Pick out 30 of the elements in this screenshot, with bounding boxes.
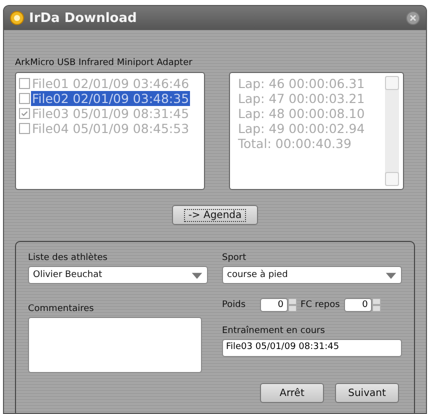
field-label: Sport — [222, 253, 248, 263]
stop-button[interactable]: Arrêt — [260, 383, 324, 403]
scrollbar[interactable] — [385, 76, 399, 186]
field-label: Liste des athlètes — [28, 253, 108, 263]
lap-text: Lap: 46 00:00:06.31 — [238, 76, 366, 91]
caret-icon[interactable] — [385, 270, 397, 280]
window-title: IrDa Download — [29, 10, 137, 26]
lap-text: Lap: 49 00:00:02.94 — [238, 121, 366, 136]
file-item[interactable]: File02 02/01/09 03:48:35 — [31, 91, 190, 106]
caret-icon[interactable] — [191, 270, 203, 280]
lap-text: Total: 00:00:40.39 — [238, 136, 352, 151]
athlete-dropdown[interactable]: Olivier Beuchat — [28, 266, 208, 284]
checkbox[interactable] — [19, 123, 30, 134]
next-button[interactable]: Suivant — [335, 383, 399, 403]
field-label: FC repos — [300, 300, 340, 310]
field-label: Entraînement en cours — [222, 326, 326, 336]
field-label: Poids — [222, 300, 246, 310]
lap-text: Lap: 48 00:00:08.10 — [238, 106, 366, 121]
checkbox[interactable] — [19, 93, 30, 104]
agenda-button[interactable]: -> Agenda — [172, 205, 258, 225]
app-icon — [10, 11, 24, 25]
comments-field[interactable] — [28, 317, 202, 373]
field-label: Commentaires — [28, 304, 95, 314]
lap-text: Lap: 47 00:00:03.21 — [238, 91, 366, 106]
checkbox[interactable] — [19, 78, 30, 89]
adapter-label: ArkMicro USB Infrared Miniport Adapter — [15, 58, 192, 68]
close-icon[interactable] — [406, 11, 420, 25]
sport-dropdown[interactable]: course à pied — [222, 266, 402, 284]
checkbox[interactable] — [19, 108, 30, 119]
training-field[interactable]: File03 05/01/09 08:31:45 — [222, 339, 402, 357]
